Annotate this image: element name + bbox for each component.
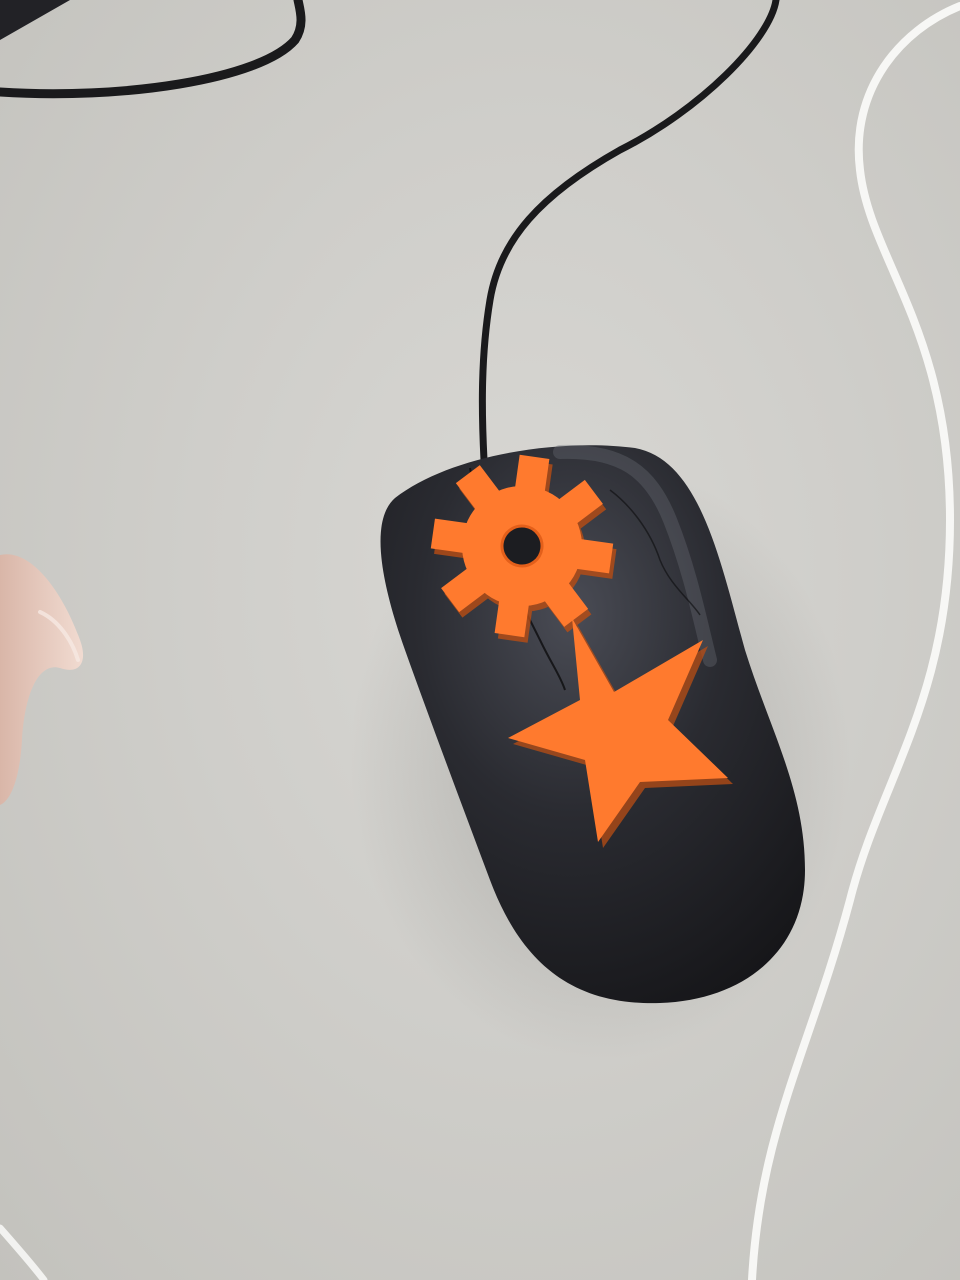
white-cable-bottom-left: [0, 1224, 48, 1280]
photo-svg: [0, 0, 960, 1280]
fingertip: [0, 554, 84, 805]
photo-scene: [0, 0, 960, 1280]
black-mouse-cable: [478, 0, 780, 464]
laptop-corner: [0, 0, 70, 40]
